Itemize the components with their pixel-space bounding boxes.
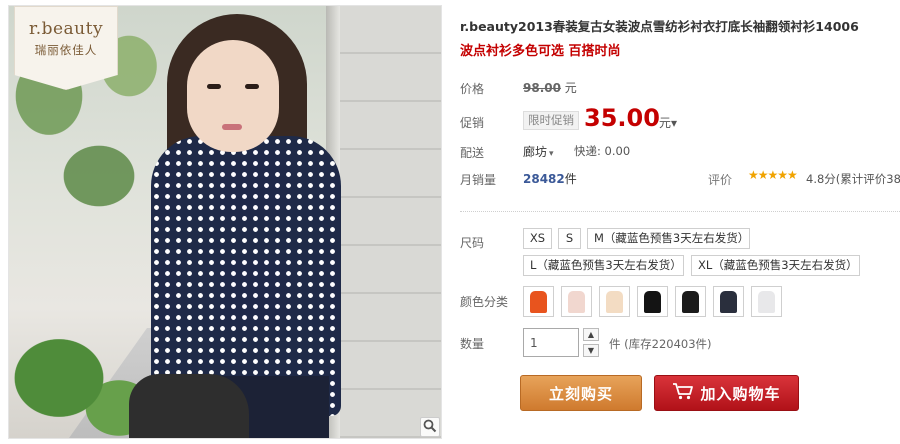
zoom-button[interactable] bbox=[420, 417, 440, 437]
product-info-panel: r.beauty2013春装复古女装波点雪纺衫衬衣打底长袖翻领衬衫14006 波… bbox=[460, 0, 900, 444]
brand-logo-en: r.beauty bbox=[28, 19, 104, 39]
garment-thumbnail bbox=[568, 290, 585, 313]
quantity-increase-button[interactable]: ▲ bbox=[583, 328, 599, 341]
size-option-l[interactable]: L（藏蓝色预售3天左右发货） bbox=[523, 255, 684, 276]
color-swatch-white[interactable] bbox=[751, 286, 782, 317]
chevron-down-icon: ▾ bbox=[671, 116, 678, 130]
garment-thumbnail bbox=[758, 290, 775, 313]
add-to-cart-label: 加入购物车 bbox=[700, 384, 781, 403]
color-swatch-orange[interactable] bbox=[523, 286, 554, 317]
original-price: 98.00 元 bbox=[523, 79, 577, 96]
promo-price: 35.00 bbox=[584, 104, 660, 132]
ship-from-value: 廊坊 bbox=[523, 145, 548, 159]
model-lips bbox=[222, 124, 242, 130]
color-label: 颜色分类 bbox=[460, 295, 509, 309]
buy-now-label: 立刻购买 bbox=[548, 384, 613, 403]
ship-from-select[interactable]: 廊坊 ▾ bbox=[523, 143, 554, 160]
divider bbox=[460, 211, 900, 212]
background-shrub bbox=[9, 288, 149, 438]
color-swatch-black[interactable] bbox=[637, 286, 668, 317]
quantity-label: 数量 bbox=[460, 337, 485, 351]
promo-unit: 元 bbox=[659, 116, 672, 130]
model-bag bbox=[129, 374, 249, 438]
magnifier-icon bbox=[423, 419, 437, 436]
quantity-input[interactable] bbox=[523, 328, 579, 357]
original-price-value: 98.00 bbox=[523, 81, 561, 95]
add-to-cart-button[interactable]: 加入购物车 bbox=[654, 375, 799, 411]
color-swatch-black-dots[interactable] bbox=[675, 286, 706, 317]
stock-text: 件 (库存220403件) bbox=[609, 337, 712, 351]
cart-icon bbox=[672, 382, 694, 404]
size-option-xl[interactable]: XL（藏蓝色预售3天左右发货） bbox=[691, 255, 860, 276]
chevron-down-icon: ▾ bbox=[549, 149, 554, 159]
brand-logo-cn: 瑞丽依佳人 bbox=[34, 43, 98, 57]
garment-thumbnail bbox=[606, 290, 623, 313]
background-building bbox=[326, 6, 441, 438]
monthly-sales: 28482件 bbox=[523, 170, 577, 187]
rating-score-link[interactable]: 4.8分(累计评价387 bbox=[806, 171, 900, 187]
promo-label: 促销 bbox=[460, 116, 485, 130]
promo-unit-dropdown[interactable]: 元▾ bbox=[659, 114, 677, 131]
monthly-sales-count: 28482 bbox=[523, 172, 565, 186]
quantity-decrease-button[interactable]: ▼ bbox=[583, 344, 599, 357]
price-label: 价格 bbox=[460, 82, 485, 96]
garment-thumbnail bbox=[530, 290, 547, 313]
size-option-s[interactable]: S bbox=[558, 228, 581, 249]
product-title: r.beauty2013春装复古女装波点雪纺衫衬衣打底长袖翻领衬衫14006 bbox=[460, 19, 859, 34]
size-option-m[interactable]: M（藏蓝色预售3天左右发货） bbox=[587, 228, 750, 249]
color-swatch-beige[interactable] bbox=[599, 286, 630, 317]
size-option-xs[interactable]: XS bbox=[523, 228, 552, 249]
garment-thumbnail bbox=[682, 290, 699, 313]
product-subtitle: 波点衬衫多色可选 百搭时尚 bbox=[460, 44, 621, 59]
buy-now-button[interactable]: 立刻购买 bbox=[520, 375, 642, 411]
brand-logo: r.beauty 瑞丽依佳人 bbox=[14, 6, 118, 90]
promo-tag: 限时促销 bbox=[523, 111, 579, 130]
monthly-sales-unit: 件 bbox=[564, 172, 577, 186]
original-price-unit: 元 bbox=[564, 81, 577, 95]
size-label: 尺码 bbox=[460, 236, 485, 250]
color-swatch-pink-dots[interactable] bbox=[561, 286, 592, 317]
color-swatch-navy-dots[interactable] bbox=[713, 286, 744, 317]
shipping-label: 配送 bbox=[460, 146, 485, 160]
rating-label: 评价 bbox=[708, 173, 733, 187]
model-face bbox=[187, 40, 279, 152]
garment-thumbnail bbox=[720, 290, 737, 313]
garment-thumbnail bbox=[644, 290, 661, 313]
monthly-sales-label: 月销量 bbox=[460, 173, 497, 187]
shipping-fee: 快递: 0.00 bbox=[574, 144, 631, 158]
rating-stars-icon: ★★★★★ bbox=[748, 168, 798, 182]
